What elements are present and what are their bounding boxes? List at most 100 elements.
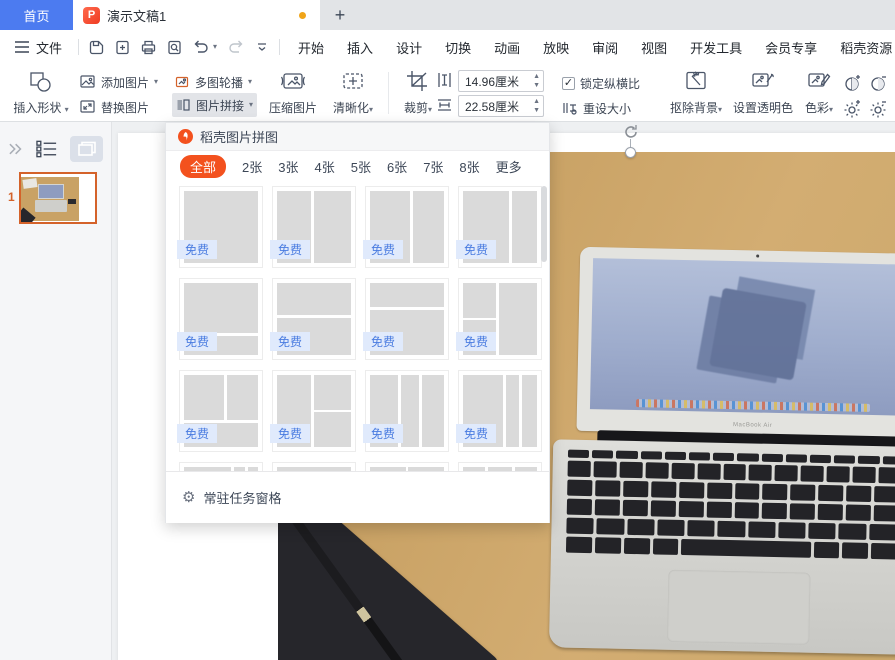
height-up-arrow[interactable]: ▲ (533, 72, 540, 81)
add-picture-label: 添加图片 (101, 74, 149, 91)
replace-picture-label: 替换图片 (101, 99, 149, 116)
rotate-handle[interactable] (623, 124, 639, 140)
increase-brightness-button[interactable] (840, 96, 866, 120)
print-button[interactable] (135, 35, 161, 59)
ribbon-tab-稻壳资源[interactable]: 稻壳资源 (840, 38, 892, 57)
divider (78, 39, 79, 55)
ribbon-tab-会员专享[interactable]: 会员专享 (765, 38, 817, 57)
home-tab[interactable]: 首页 (0, 0, 73, 30)
collage-tab-8张[interactable]: 8张 (459, 157, 479, 176)
collage-template-5[interactable]: 免费 (179, 278, 263, 360)
top-resize-handle[interactable] (625, 147, 636, 158)
keyboard-key (775, 465, 798, 481)
set-transparent-button[interactable]: 设置透明色 (728, 67, 798, 119)
ribbon-tab-切换[interactable]: 切换 (445, 38, 471, 57)
outline-view-icon[interactable] (36, 140, 57, 158)
expand-sidebar-icon[interactable] (8, 143, 23, 155)
compress-picture-button[interactable]: 压缩图片 (262, 67, 324, 119)
redo-icon (228, 40, 245, 55)
color-button[interactable]: 色彩▾ (798, 67, 840, 119)
collage-template-14[interactable]: 免费 (272, 462, 356, 471)
keyboard-key (786, 454, 807, 462)
laptop-screen-content (590, 258, 895, 416)
ribbon-tab-开发工具[interactable]: 开发工具 (690, 38, 742, 57)
ribbon-tab-视图[interactable]: 视图 (641, 38, 667, 57)
keyboard-key (834, 455, 855, 463)
slide-1-thumbnail[interactable] (19, 172, 97, 224)
collage-template-2[interactable]: 免费 (272, 186, 356, 268)
print-preview-button[interactable] (161, 35, 187, 59)
undo-dropdown-arrow[interactable]: ▾ (213, 43, 217, 51)
collage-template-7[interactable]: 免费 (365, 278, 449, 360)
clarify-icon (340, 70, 366, 92)
multi-carousel-label: 多图轮播 (195, 74, 243, 91)
collage-template-13[interactable]: 免费 (179, 462, 263, 471)
decrease-contrast-button[interactable] (866, 71, 892, 95)
collage-template-8[interactable]: 免费 (458, 278, 542, 360)
collage-template-15[interactable]: 免费 (365, 462, 449, 471)
keyboard-key (869, 524, 895, 541)
ribbon-tab-设计[interactable]: 设计 (396, 38, 422, 57)
collage-template-11[interactable]: 免费 (365, 370, 449, 452)
slide-1-row[interactable]: 1 (0, 172, 111, 224)
ribbon-tab-放映[interactable]: 放映 (543, 38, 569, 57)
remove-background-button[interactable]: 抠除背景▾ (664, 67, 728, 119)
keyboard-key (566, 537, 592, 554)
document-tab[interactable]: P 演示文稿1 (73, 0, 320, 30)
collage-template-12[interactable]: 免费 (458, 370, 542, 452)
output-button[interactable] (109, 35, 135, 59)
toolbar-more-button[interactable] (249, 35, 275, 59)
collage-tab-7张[interactable]: 7张 (423, 157, 443, 176)
replace-picture-button[interactable]: 替换图片 (80, 95, 149, 119)
redo-button[interactable] (223, 35, 249, 59)
color-icon (806, 70, 832, 92)
undo-button[interactable] (187, 35, 213, 59)
collage-tab-3张[interactable]: 3张 (278, 157, 298, 176)
save-button[interactable] (83, 35, 109, 59)
collage-panel-footer[interactable]: ⚙ 常驻任务窗格 (166, 471, 549, 523)
collage-tab-5张[interactable]: 5张 (351, 157, 371, 176)
clarify-button[interactable]: 清晰化▾ (324, 67, 382, 119)
collage-panel-header: 稻壳图片拼图 (166, 123, 549, 151)
height-down-arrow[interactable]: ▼ (533, 81, 540, 90)
panel-scrollbar[interactable] (541, 186, 547, 262)
ribbon-tab-动画[interactable]: 动画 (494, 38, 520, 57)
ribbon-tab-审阅[interactable]: 审阅 (592, 38, 618, 57)
collage-template-1[interactable]: 免费 (179, 186, 263, 268)
collage-tab-2张[interactable]: 2张 (242, 157, 262, 176)
picture-stitch-button[interactable]: 图片拼接▾ (172, 93, 257, 117)
width-up-arrow[interactable]: ▲ (533, 97, 540, 106)
collage-template-9[interactable]: 免费 (179, 370, 263, 452)
ribbon-tab-开始[interactable]: 开始 (298, 38, 324, 57)
keyboard-key (657, 520, 685, 537)
file-menu-button[interactable]: 文件 (0, 38, 74, 57)
decrease-brightness-button[interactable] (866, 96, 892, 120)
collage-template-3[interactable]: 免费 (365, 186, 449, 268)
keyboard-key (689, 452, 710, 460)
collage-template-4[interactable]: 免费 (458, 186, 542, 268)
collage-template-6[interactable]: 免费 (272, 278, 356, 360)
height-input[interactable]: 14.96厘米 ▲▼ (458, 70, 544, 92)
lock-aspect-checkbox[interactable]: ✓ 锁定纵横比 (562, 71, 640, 95)
collage-tab-4张[interactable]: 4张 (314, 157, 334, 176)
collage-tab-全部[interactable]: 全部 (180, 155, 226, 178)
slide-view-button[interactable] (70, 136, 103, 162)
insert-shape-button[interactable]: 插入形状 ▾ (6, 67, 76, 119)
collage-tab-6张[interactable]: 6张 (387, 157, 407, 176)
multi-carousel-button[interactable]: 多图轮播▾ (174, 70, 252, 94)
collage-template-10[interactable]: 免费 (272, 370, 356, 452)
reset-size-button[interactable]: 重设大小 (562, 96, 631, 120)
collage-template-16[interactable]: 免费 (458, 462, 542, 471)
width-input[interactable]: 22.58厘米 ▲▼ (458, 95, 544, 117)
thumb-phone (68, 199, 76, 204)
add-picture-button[interactable]: 添加图片▾ (80, 70, 158, 94)
thumb-paper (22, 178, 37, 189)
ribbon-tab-插入[interactable]: 插入 (347, 38, 373, 57)
increase-contrast-button[interactable] (840, 71, 866, 95)
width-down-arrow[interactable]: ▼ (533, 106, 540, 115)
new-tab-button[interactable]: + (320, 0, 360, 30)
keyboard-key (568, 450, 589, 458)
keyboard-key (641, 451, 662, 459)
slide-view-icon (77, 141, 97, 157)
collage-tab-更多[interactable]: 更多 (496, 157, 522, 176)
